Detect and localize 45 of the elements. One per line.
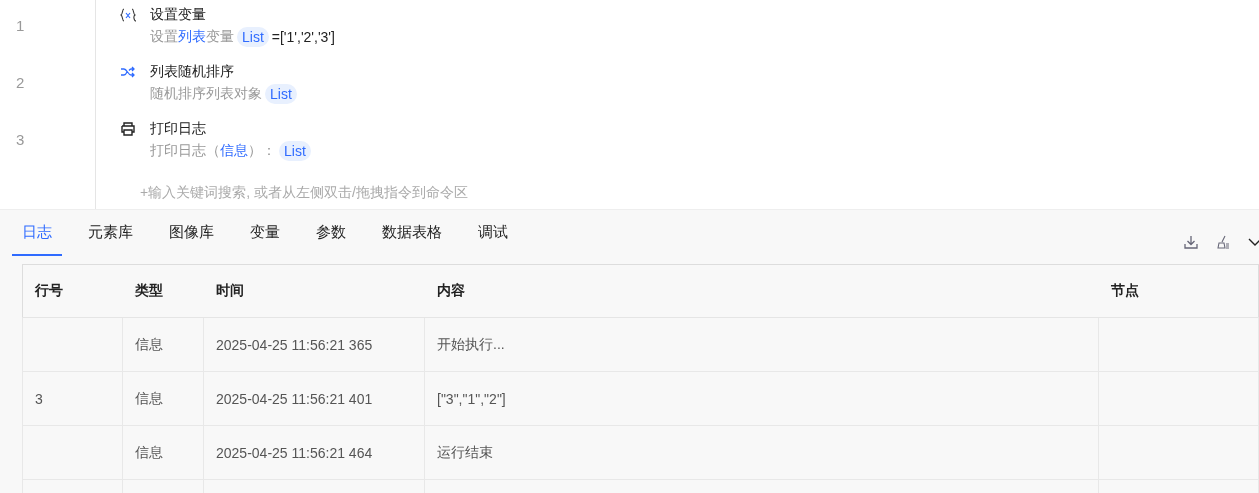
step-description: 设置 xyxy=(150,28,178,46)
tab[interactable]: 元素库 xyxy=(88,210,133,256)
step-description: 打印日志（ xyxy=(150,142,220,160)
table-cell: 运行结束 xyxy=(437,443,493,460)
table-cell: 2025-04-25 11:56:21 464 xyxy=(216,444,373,461)
variable-tag[interactable]: List xyxy=(279,141,311,161)
tab[interactable]: 日志 xyxy=(12,210,62,256)
step-title: 打印日志 xyxy=(150,120,206,138)
table-cell: ["3","1","2"] xyxy=(437,390,506,407)
table-cell: 2025-04-25 11:56:21 401 xyxy=(216,390,373,407)
line-number: 2 xyxy=(15,73,26,93)
download-icon[interactable] xyxy=(1183,234,1199,250)
step-description: 随机排序列表对象 xyxy=(150,85,262,103)
table-cell: 2025-04-25 11:56:21 365 xyxy=(216,336,373,353)
tab[interactable]: 参数 xyxy=(316,210,346,256)
step-title: 列表随机排序 xyxy=(150,63,234,81)
table-cell: 信息 xyxy=(135,443,163,460)
column-header: 时间 xyxy=(203,264,425,318)
column-header: 类型 xyxy=(122,264,204,318)
variable-icon xyxy=(120,7,136,23)
parameter-link[interactable]: 信息 xyxy=(220,142,248,160)
tab[interactable]: 调试 xyxy=(478,210,508,256)
table-cell: 信息 xyxy=(135,389,163,406)
value-text: =['1','2','3'] xyxy=(271,29,335,45)
add-command-hint[interactable]: +输入关键词搜索, 或者从左侧双击/拖拽指令到命令区 xyxy=(140,184,468,202)
printer-icon xyxy=(120,121,136,137)
broom-icon[interactable] xyxy=(1215,234,1231,250)
column-header: 节点 xyxy=(1098,264,1259,318)
column-header: 行号 xyxy=(22,264,123,318)
variable-tag[interactable]: List xyxy=(265,84,297,104)
parameter-link[interactable]: 列表 xyxy=(178,28,206,46)
variable-tag[interactable]: List xyxy=(237,27,269,47)
step-description: ）： xyxy=(248,142,276,160)
tab[interactable]: 图像库 xyxy=(169,210,214,256)
table-cell: 信息 xyxy=(135,335,163,352)
shuffle-icon xyxy=(120,64,136,80)
line-number: 3 xyxy=(15,130,26,150)
line-number: 1 xyxy=(15,16,26,36)
step-title: 设置变量 xyxy=(150,6,206,24)
column-header: 内容 xyxy=(424,264,1099,318)
step-description: 变量 xyxy=(206,28,234,46)
tab[interactable]: 数据表格 xyxy=(382,210,442,256)
table-cell: 3 xyxy=(35,390,43,407)
table-cell: 开始执行... xyxy=(437,335,505,352)
tab[interactable]: 变量 xyxy=(250,210,280,256)
